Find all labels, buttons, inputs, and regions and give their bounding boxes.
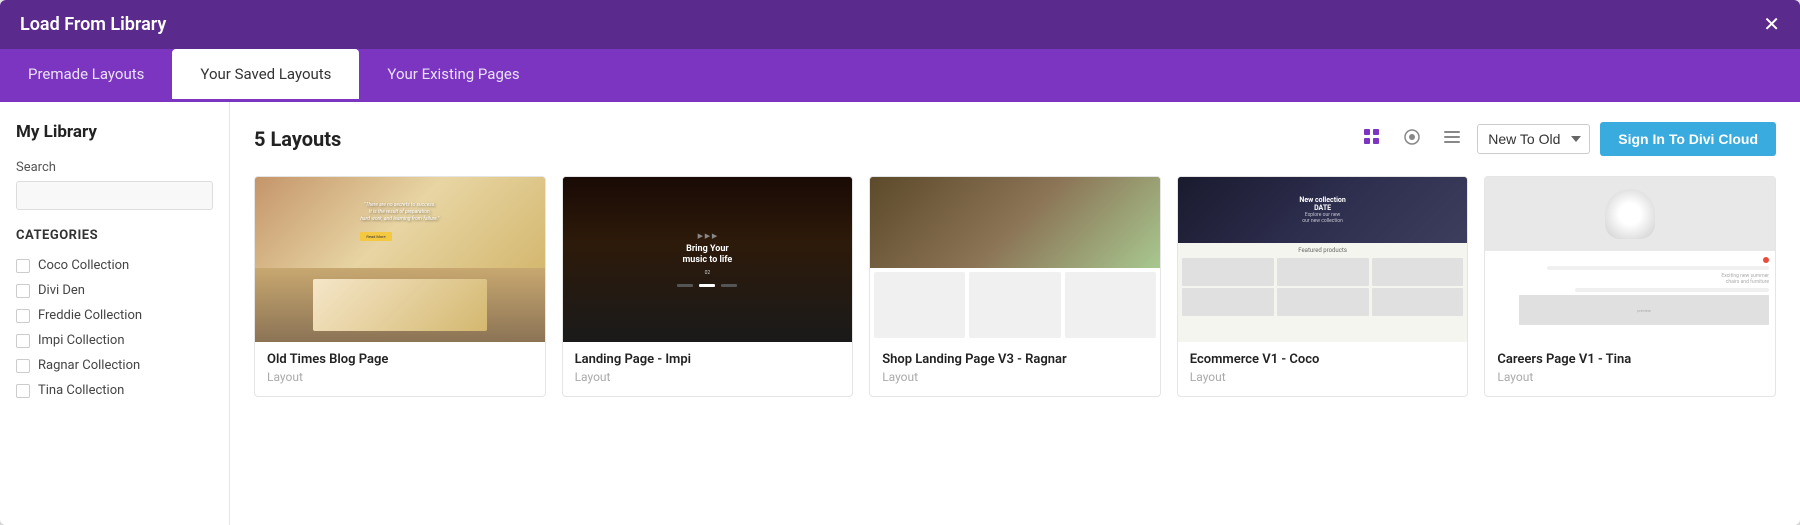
category-checkbox-ragnar[interactable] (16, 359, 30, 373)
tabs-bar: Premade Layouts Your Saved Layouts Your … (0, 49, 1800, 102)
layout-info-3: Shop Landing Page V3 - Ragnar Layout (870, 342, 1160, 396)
list-view-button[interactable] (1437, 124, 1467, 155)
search-input[interactable] (16, 181, 213, 210)
layout-type-1: Layout (267, 370, 533, 384)
close-button[interactable]: ✕ (1763, 15, 1780, 35)
layout-card-2[interactable]: ▶ ▶ ▶Bring Yourmusic to life02 Landing P… (562, 176, 854, 397)
layout-type-3: Layout (882, 370, 1148, 384)
layout-card-4[interactable]: New collectionDATEExplore our newour new… (1177, 176, 1469, 397)
layout-name-5: Careers Page V1 - Tina (1497, 352, 1763, 367)
tab-existing-pages[interactable]: Your Existing Pages (359, 49, 547, 102)
layout-info-1: Old Times Blog Page Layout (255, 342, 545, 396)
layout-thumbnail-2: ▶ ▶ ▶Bring Yourmusic to life02 (563, 177, 853, 342)
layout-thumbnail-3 (870, 177, 1160, 342)
category-label-divi: Divi Den (38, 283, 85, 298)
load-from-library-modal: Load From Library ✕ Premade Layouts Your… (0, 0, 1800, 525)
main-header: 5 Layouts (254, 122, 1776, 156)
layout-name-4: Ecommerce V1 - Coco (1190, 352, 1456, 367)
sort-select[interactable]: New To OldOld To NewA to ZZ to A (1477, 124, 1590, 154)
layout-type-2: Layout (575, 370, 841, 384)
layout-type-4: Layout (1190, 370, 1456, 384)
category-item-divi[interactable]: Divi Den (16, 278, 213, 303)
layout-card-1[interactable]: "There are no secrets to success.It is t… (254, 176, 546, 397)
layout-info-5: Careers Page V1 - Tina Layout (1485, 342, 1775, 396)
layouts-count: 5 Layouts (254, 127, 341, 151)
modal-title: Load From Library (20, 14, 166, 35)
category-item-coco[interactable]: Coco Collection (16, 253, 213, 278)
category-checkbox-coco[interactable] (16, 259, 30, 273)
layout-info-2: Landing Page - Impi Layout (563, 342, 853, 396)
category-checkbox-tina[interactable] (16, 384, 30, 398)
category-checkbox-impi[interactable] (16, 334, 30, 348)
layout-card-3[interactable]: Shop Landing Page V3 - Ragnar Layout (869, 176, 1161, 397)
title-bar: Load From Library ✕ (0, 0, 1800, 49)
categories-list: Coco Collection Divi Den Freddie Collect… (16, 253, 213, 403)
toolbar: New To OldOld To NewA to ZZ to A Sign In… (1357, 122, 1776, 156)
layout-name-3: Shop Landing Page V3 - Ragnar (882, 352, 1148, 367)
category-item-tina[interactable]: Tina Collection (16, 378, 213, 403)
sign-in-divi-cloud-button[interactable]: Sign In To Divi Cloud (1600, 122, 1776, 156)
sidebar-title: My Library (16, 122, 213, 142)
search-label: Search (16, 160, 213, 175)
layout-type-5: Layout (1497, 370, 1763, 384)
category-checkbox-freddie[interactable] (16, 309, 30, 323)
filter-button[interactable] (1397, 124, 1427, 155)
category-label-coco: Coco Collection (38, 258, 129, 273)
category-label-freddie: Freddie Collection (38, 308, 142, 323)
layout-card-5[interactable]: Exciting new summerchairs and furniturep… (1484, 176, 1776, 397)
category-label-tina: Tina Collection (38, 383, 124, 398)
layout-thumbnail-4: New collectionDATEExplore our newour new… (1178, 177, 1468, 342)
sidebar: My Library Search Categories Coco Collec… (0, 102, 230, 525)
layouts-grid: "There are no secrets to success.It is t… (254, 176, 1776, 397)
layout-thumbnail-1: "There are no secrets to success.It is t… (255, 177, 545, 342)
modal-body: My Library Search Categories Coco Collec… (0, 102, 1800, 525)
category-checkbox-divi[interactable] (16, 284, 30, 298)
category-label-impi: Impi Collection (38, 333, 125, 348)
category-label-ragnar: Ragnar Collection (38, 358, 140, 373)
category-item-impi[interactable]: Impi Collection (16, 328, 213, 353)
layout-name-2: Landing Page - Impi (575, 352, 841, 367)
layout-name-1: Old Times Blog Page (267, 352, 533, 367)
category-item-ragnar[interactable]: Ragnar Collection (16, 353, 213, 378)
layout-thumbnail-5: Exciting new summerchairs and furniturep… (1485, 177, 1775, 342)
category-item-freddie[interactable]: Freddie Collection (16, 303, 213, 328)
main-content: 5 Layouts (230, 102, 1800, 525)
tab-saved-layouts[interactable]: Your Saved Layouts (172, 49, 359, 102)
grid-view-button[interactable] (1357, 124, 1387, 155)
tab-premade[interactable]: Premade Layouts (0, 49, 172, 102)
categories-title: Categories (16, 228, 213, 243)
layout-info-4: Ecommerce V1 - Coco Layout (1178, 342, 1468, 396)
